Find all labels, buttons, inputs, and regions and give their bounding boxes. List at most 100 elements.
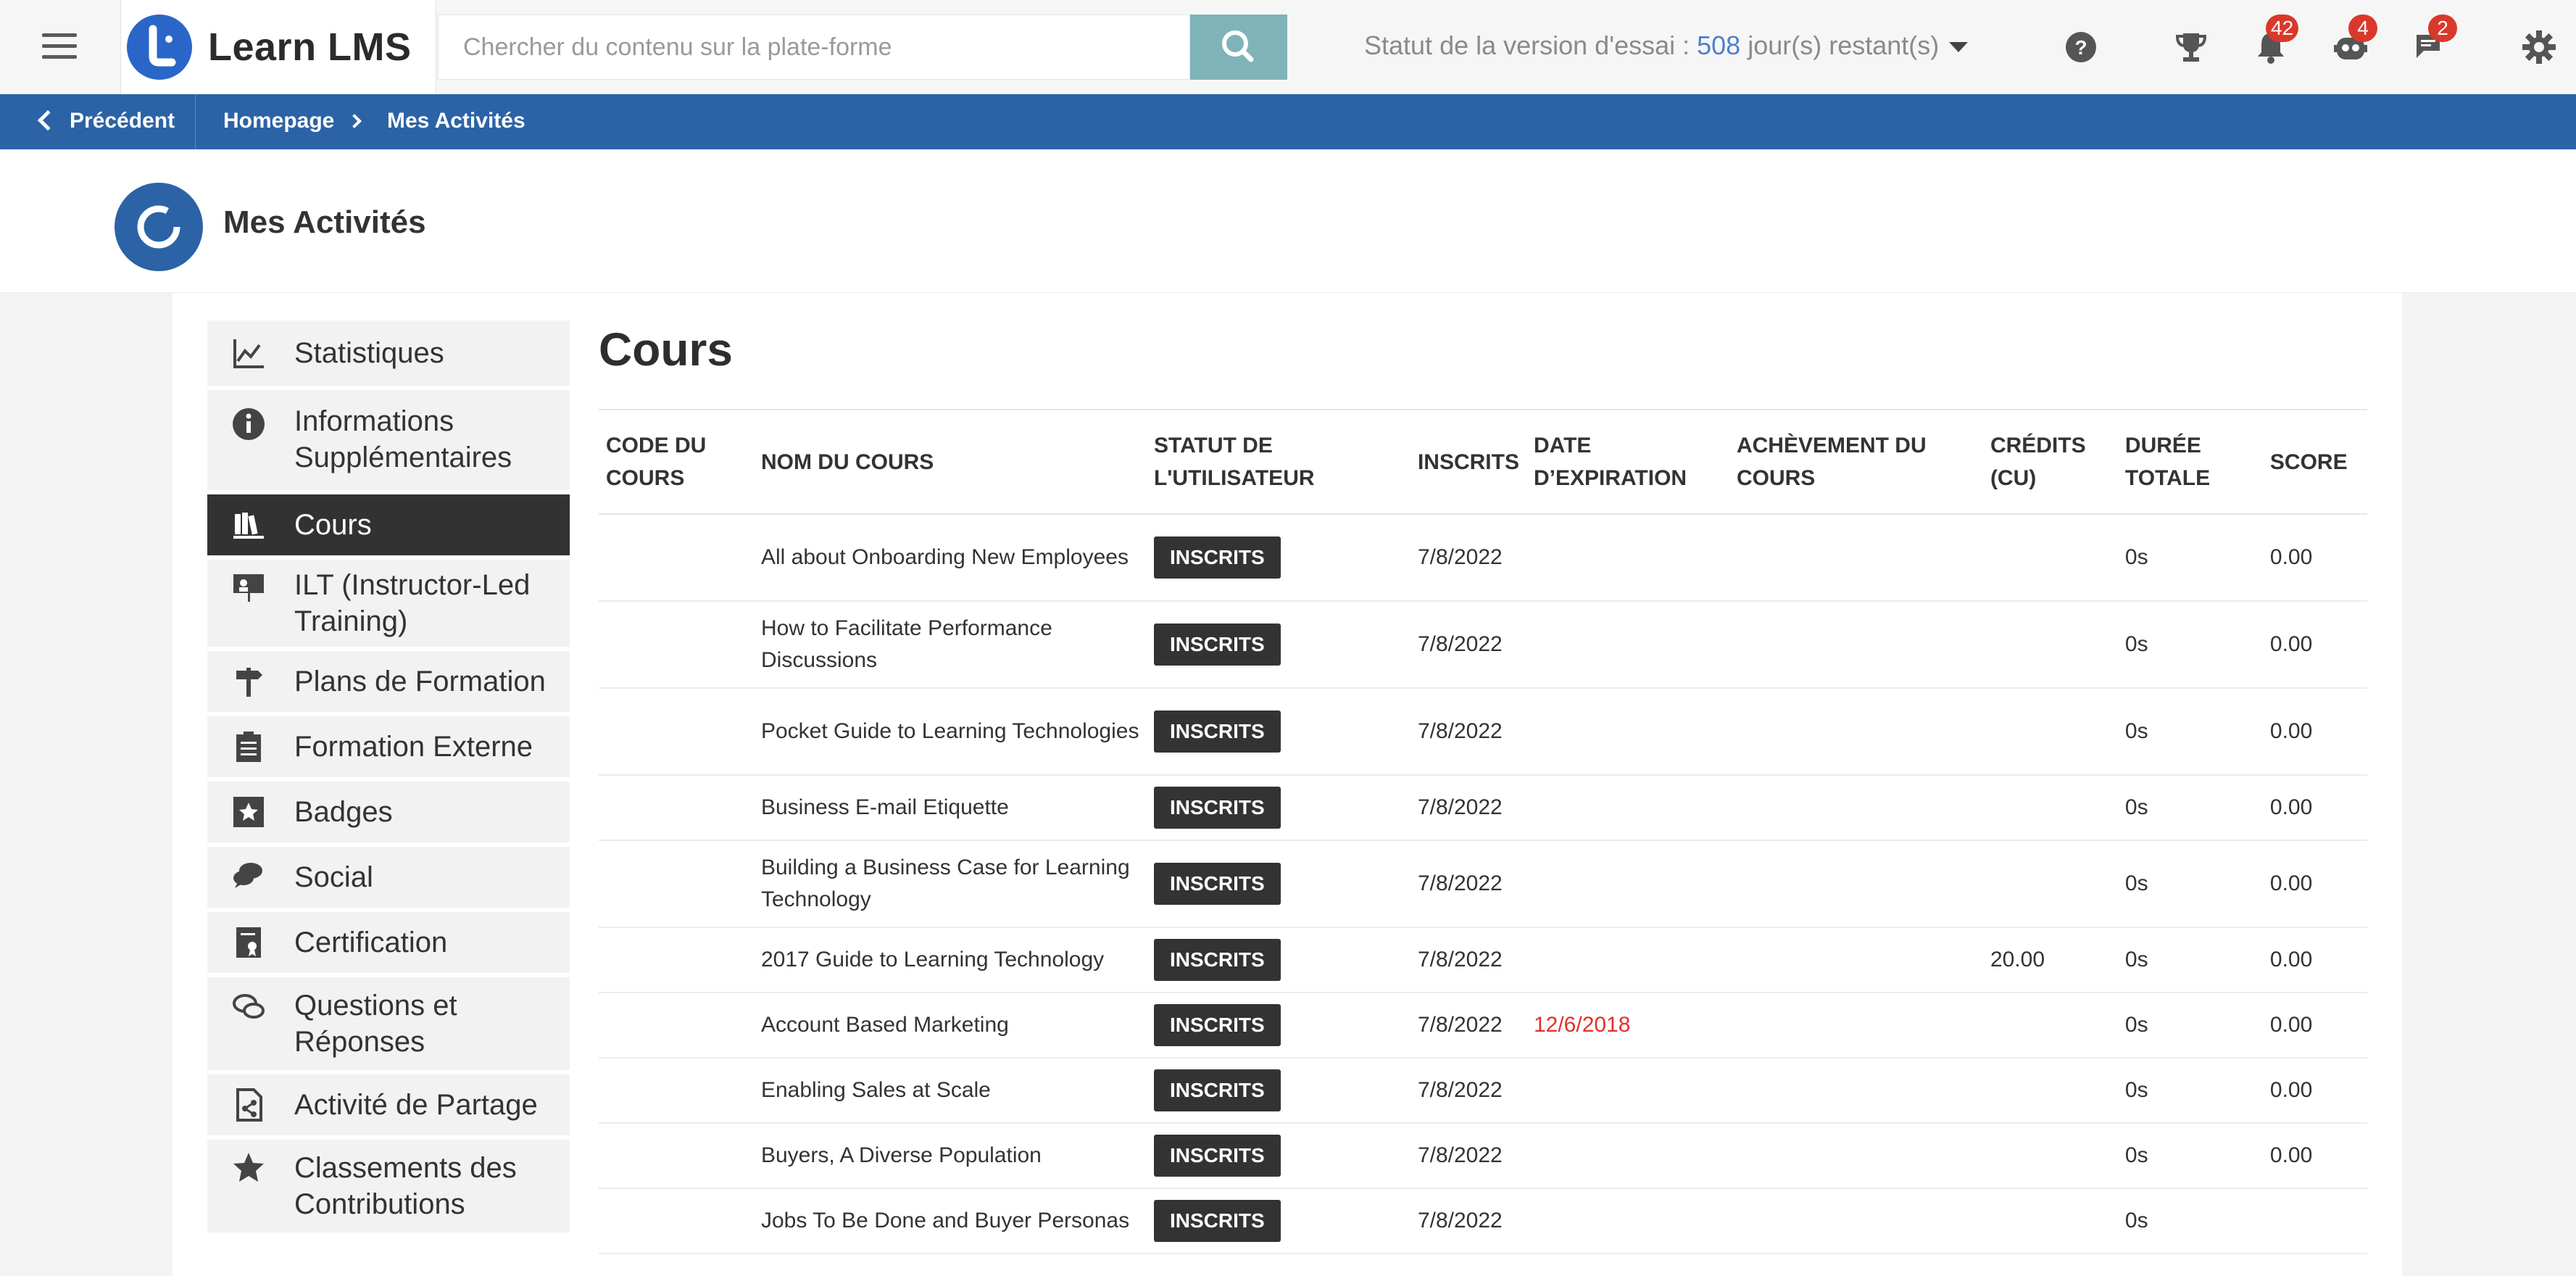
sidebar-item-plans[interactable]: Plans de Formation [207, 651, 570, 712]
logo[interactable]: Learn LMS [120, 0, 436, 94]
back-label: Précédent [70, 109, 175, 133]
status-badge: INSCRITS [1153, 536, 1281, 579]
expiry-date: 12/6/2018 [1526, 993, 1729, 1058]
presentation-icon [233, 574, 264, 602]
table-row[interactable]: All about Onboarding New Employees INSCR… [599, 514, 2367, 602]
credits [1982, 601, 2118, 689]
sidebar-item-badges[interactable]: Badges [207, 782, 570, 842]
help-icon[interactable]: ? [2061, 28, 2101, 67]
course-code [599, 840, 754, 928]
column-header[interactable]: CODE DU COURS [599, 410, 754, 514]
course-code [599, 927, 754, 993]
table-row[interactable]: How to Facilitate Performance Discussion… [599, 601, 2367, 689]
course-name[interactable]: Building a Business Case for Learning Te… [753, 840, 1147, 928]
sidebar-item-partage[interactable]: Activité de Partage [207, 1074, 570, 1135]
search-input[interactable] [439, 15, 1189, 79]
sidebar-item-social[interactable]: Social [207, 847, 570, 908]
column-header[interactable]: STATUT DE L'UTILISATEUR [1147, 410, 1410, 514]
sidebar-item-classements[interactable]: Classements des Contributions [207, 1140, 570, 1232]
menu-icon[interactable] [42, 33, 77, 59]
table-header-row: CODE DU COURS NOM DU COURS STATUT DE L'U… [599, 410, 2367, 514]
enrolled-date: 7/8/2022 [1410, 840, 1526, 928]
trial-status-dropdown[interactable]: Statut de la version d'essai : 508 jour(… [1364, 30, 1969, 61]
table-row[interactable]: Jobs To Be Done and Buyer Personas INSCR… [599, 1188, 2367, 1254]
table-row[interactable]: Building a Business Case for Learning Te… [599, 840, 2367, 928]
credits [1982, 993, 2118, 1058]
table-row[interactable]: Pocket Guide to Learning Technologies IN… [599, 688, 2367, 776]
breadcrumb-home-link[interactable]: Homepage [223, 109, 334, 133]
chevron-left-icon [37, 109, 59, 131]
sidebar-item-cours[interactable]: Cours [207, 494, 570, 555]
status-badge: INSCRITS [1153, 1200, 1281, 1242]
course-code [599, 1123, 754, 1189]
course-code [599, 1188, 754, 1254]
course-code [599, 775, 754, 841]
sidebar-item-certification[interactable]: Certification [207, 912, 570, 973]
books-icon [233, 513, 264, 539]
column-header[interactable]: INSCRITS [1410, 410, 1526, 514]
expiry-date [1526, 840, 1729, 928]
gear-icon[interactable] [2519, 28, 2559, 67]
course-name[interactable]: Account Based Marketing [753, 993, 1147, 1058]
courses-table: CODE DU COURS NOM DU COURS STATUT DE L'U… [599, 409, 2367, 1254]
column-header[interactable]: ACHÈVEMENT DU COURS [1729, 410, 1983, 514]
column-header[interactable]: CRÉDITS (CU) [1983, 410, 2118, 514]
status-cell: INSCRITS [1146, 993, 1410, 1058]
sidebar-item-formation-externe[interactable]: Formation Externe [207, 716, 570, 777]
sidebar-item-questions[interactable]: Questions et Réponses [207, 977, 570, 1070]
total-duration: 0s [2117, 601, 2263, 689]
bell-icon[interactable]: 42 [2251, 14, 2299, 67]
column-header[interactable]: SCORE [2263, 410, 2367, 514]
credits: 20.00 [1982, 927, 2118, 993]
back-button[interactable]: Précédent [0, 94, 196, 149]
total-duration: 0s [2117, 840, 2263, 928]
sidebar-item-ilt[interactable]: ILT (Instructor-Led Training) [207, 560, 570, 647]
course-code [599, 514, 754, 602]
total-duration: 0s [2117, 993, 2263, 1058]
score: 0.00 [2262, 688, 2367, 776]
total-duration: 0s [2117, 514, 2263, 602]
trophy-icon[interactable] [2172, 28, 2211, 67]
chat-icon[interactable]: 2 [2411, 14, 2457, 67]
course-name[interactable]: All about Onboarding New Employees [753, 514, 1147, 602]
sidebar-item-informations[interactable]: Informations Supplémentaires [207, 390, 570, 490]
app-name: Learn LMS [208, 25, 412, 69]
search-icon [1222, 30, 1254, 62]
course-name[interactable]: Pocket Guide to Learning Technologies [753, 688, 1147, 776]
status-badge: INSCRITS [1153, 1004, 1281, 1046]
column-header[interactable]: DATE D’EXPIRATION [1526, 410, 1729, 514]
column-header[interactable]: NOM DU COURS [754, 410, 1147, 514]
course-name[interactable]: 2017 Guide to Learning Technology [753, 927, 1147, 993]
course-name[interactable]: Buyers, A Diverse Population [753, 1123, 1147, 1189]
score: 0.00 [2262, 993, 2367, 1058]
column-header[interactable]: DURÉE TOTALE [2118, 410, 2263, 514]
notifications-badge: 42 [2266, 14, 2299, 42]
sidebar-item-statistiques[interactable]: Statistiques [207, 320, 570, 386]
table-row[interactable]: Account Based Marketing INSCRITS 7/8/202… [599, 993, 2367, 1058]
completion-date [1729, 601, 1983, 689]
credits [1982, 775, 2118, 841]
table-row[interactable]: Business E-mail Etiquette INSCRITS 7/8/2… [599, 775, 2367, 841]
bot-icon[interactable]: 4 [2331, 14, 2377, 67]
total-duration: 0s [2117, 775, 2263, 841]
course-name[interactable]: Business E-mail Etiquette [753, 775, 1147, 841]
course-name[interactable]: Jobs To Be Done and Buyer Personas [753, 1188, 1147, 1254]
course-name[interactable]: Enabling Sales at Scale [753, 1058, 1147, 1124]
table-row[interactable]: Buyers, A Diverse Population INSCRITS 7/… [599, 1123, 2367, 1189]
status-badge: INSCRITS [1153, 787, 1281, 829]
course-name[interactable]: How to Facilitate Performance Discussion… [753, 601, 1147, 689]
total-duration: 0s [2117, 927, 2263, 993]
table-row[interactable]: 2017 Guide to Learning Technology INSCRI… [599, 927, 2367, 993]
enrolled-date: 7/8/2022 [1410, 1058, 1526, 1124]
status-cell: INSCRITS [1146, 1058, 1410, 1124]
breadcrumb: Précédent Homepage Mes Activités [0, 94, 2576, 149]
section-heading: Cours [599, 323, 733, 376]
search-button[interactable] [1190, 14, 1287, 80]
status-badge: INSCRITS [1153, 1135, 1281, 1177]
table-row[interactable]: Enabling Sales at Scale INSCRITS 7/8/202… [599, 1058, 2367, 1124]
signpost-icon [236, 668, 262, 697]
score: 0.00 [2262, 840, 2367, 928]
top-header: Learn LMS Statut de la version d'essai :… [0, 0, 2576, 94]
total-duration: 0s [2117, 1123, 2263, 1189]
completion-date [1729, 1123, 1983, 1189]
